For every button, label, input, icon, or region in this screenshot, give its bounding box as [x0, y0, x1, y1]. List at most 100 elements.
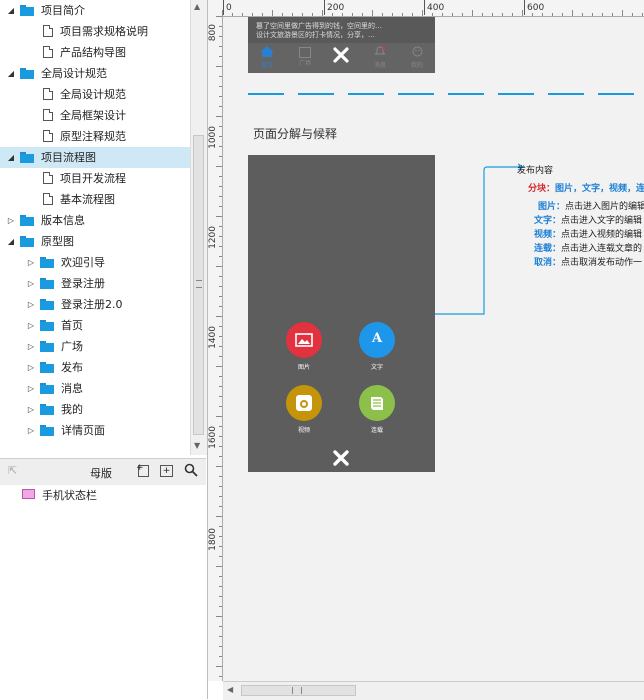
tree-folder-item[interactable]: ▷ 欢迎引导 — [0, 252, 190, 273]
ruler-minor-tick — [272, 10, 273, 16]
ruler-minor-tick — [216, 116, 222, 117]
tree-folder-item[interactable]: ▷ 登录注册 — [0, 273, 190, 294]
scroll-up-arrow-icon[interactable]: ▲ — [194, 2, 200, 11]
tree-folder-item[interactable]: ▷ 登录注册2.0 — [0, 294, 190, 315]
ruler-minor-tick — [219, 376, 222, 377]
section-title: 页面分解与候释 — [253, 127, 338, 141]
ruler-minor-tick — [219, 556, 222, 557]
ruler-minor-tick — [219, 526, 222, 527]
ruler-minor-tick — [252, 13, 253, 16]
expand-triangle-icon[interactable]: ▷ — [26, 294, 36, 315]
tab-me[interactable]: 我的 — [410, 46, 424, 69]
tree-folder-item[interactable]: ◢ 项目流程图 — [0, 147, 190, 168]
tab-close[interactable] — [333, 47, 349, 66]
expand-triangle-icon[interactable]: ▷ — [6, 210, 16, 231]
grip-icon — [292, 687, 302, 694]
ruler-minor-tick — [219, 546, 222, 547]
scroll-down-arrow-icon[interactable]: ▼ — [194, 441, 200, 450]
expand-triangle-icon[interactable]: ▷ — [26, 273, 36, 294]
ruler-minor-tick — [219, 236, 222, 237]
close-icon — [333, 450, 349, 466]
design-canvas[interactable]: 篡了空间里做广告得到的钱，空间里的… 设计文旅游景区的打卡情况，分享，… 首页 … — [223, 17, 644, 681]
collapse-triangle-icon[interactable]: ◢ — [6, 231, 16, 252]
tree-page-item[interactable]: 全局框架设计 — [0, 105, 190, 126]
expand-triangle-icon[interactable]: ▷ — [26, 315, 36, 336]
ruler-minor-tick — [216, 316, 222, 317]
ruler-minor-tick — [542, 13, 543, 16]
expand-triangle-icon[interactable]: ▷ — [26, 399, 36, 420]
tree-scroll-thumb[interactable] — [193, 135, 204, 435]
add-master-icon[interactable]: + — [136, 463, 149, 477]
tree-folder-item[interactable]: ▷ 广场 — [0, 336, 190, 357]
detail-text: 点击进入图片的编辑 — [565, 202, 644, 212]
phone-frame-top: 篡了空间里做广告得到的钱，空间里的… 设计文旅游景区的打卡情况，分享，… 首页 … — [248, 17, 435, 73]
ruler-minor-tick — [532, 13, 533, 16]
ruler-minor-tick — [219, 356, 222, 357]
tree-page-item[interactable]: 产品结构导图 — [0, 42, 190, 63]
dash-segment — [298, 93, 334, 95]
ruler-minor-tick — [219, 96, 222, 97]
tree-page-item[interactable]: 原型注释规范 — [0, 126, 190, 147]
ruler-minor-tick — [219, 36, 222, 37]
add-folder-icon[interactable]: + — [160, 465, 173, 477]
tree-folder-item[interactable]: ▷ 发布 — [0, 357, 190, 378]
tree-folder-item[interactable]: ◢ 项目简介 — [0, 0, 190, 21]
collapse-triangle-icon[interactable]: ◢ — [6, 147, 16, 168]
tab-message[interactable]: 消息 — [373, 46, 387, 69]
ruler-minor-tick — [219, 276, 222, 277]
video-label: 视频 — [297, 427, 310, 434]
collapse-triangle-icon[interactable]: ◢ — [6, 0, 16, 21]
ruler-minor-tick — [219, 606, 222, 607]
expand-triangle-icon[interactable]: ▷ — [26, 357, 36, 378]
ruler-tick — [223, 0, 224, 15]
tree-page-item[interactable]: 项目开发流程 — [0, 168, 190, 189]
tab-home[interactable]: 首页 — [260, 46, 274, 69]
collapse-arrow-icon[interactable]: ⇱ — [8, 464, 17, 477]
tree-page-item[interactable]: 基本流程图 — [0, 189, 190, 210]
tree-folder-item[interactable]: ▷ 消息 — [0, 378, 190, 399]
camera-icon — [296, 395, 312, 411]
tree-folder-item[interactable]: ▷ 详情页面 — [0, 420, 190, 441]
expand-triangle-icon[interactable]: ▷ — [26, 252, 36, 273]
tree-folder-item[interactable]: ▷ 我的 — [0, 399, 190, 420]
tree-folder-item[interactable]: ◢ 全局设计规范 — [0, 63, 190, 84]
expand-triangle-icon[interactable]: ▷ — [26, 378, 36, 399]
ruler-minor-tick — [219, 506, 222, 507]
page-icon — [43, 25, 53, 37]
expand-triangle-icon[interactable]: ▷ — [26, 336, 36, 357]
ruler-minor-tick — [219, 56, 222, 57]
feed-text-line2: 设计文旅游景区的打卡情况，分享，… — [256, 31, 375, 39]
ruler-minor-tick — [322, 10, 323, 16]
scroll-left-arrow-icon[interactable]: ◀ — [227, 685, 233, 694]
ruler-minor-tick — [219, 446, 222, 447]
ruler-minor-tick — [219, 206, 222, 207]
expand-triangle-icon[interactable]: ▷ — [26, 420, 36, 441]
tree-page-item[interactable]: 项目需求规格说明 — [0, 21, 190, 42]
publish-popup-frame[interactable]: 图片 A 文字 视频 连载 — [248, 155, 435, 472]
tree-item-label: 原型图 — [41, 235, 74, 248]
tree-page-item[interactable]: 全局设计规范 — [0, 84, 190, 105]
search-icon[interactable] — [184, 463, 198, 480]
canvas-horizontal-scrollbar[interactable]: ◀ — [223, 681, 644, 700]
text-circle: A — [359, 322, 395, 358]
tree-item-label: 全局设计规范 — [41, 67, 107, 80]
master-item[interactable]: 手机状态栏 — [42, 487, 97, 503]
tab-square[interactable]: 广场 — [298, 46, 312, 67]
ruler-minor-tick — [452, 13, 453, 16]
ruler-minor-tick — [219, 496, 222, 497]
tree-folder-item[interactable]: ▷ 首页 — [0, 315, 190, 336]
popup-close-button[interactable] — [332, 449, 350, 470]
tree-folder-item[interactable]: ▷ 版本信息 — [0, 210, 190, 231]
ruler-minor-tick — [219, 246, 222, 247]
ruler-minor-tick — [232, 13, 233, 16]
ruler-tick — [524, 0, 525, 15]
collapse-triangle-icon[interactable]: ◢ — [6, 63, 16, 84]
tree-scrollbar[interactable]: ▲ ▼ — [190, 0, 207, 455]
tree-item-label: 项目需求规格说明 — [60, 25, 148, 38]
image-icon — [295, 333, 313, 347]
tree-folder-item[interactable]: ◢ 原型图 — [0, 231, 190, 252]
tree-item-label: 项目流程图 — [41, 151, 96, 164]
folder-icon — [40, 425, 54, 436]
canvas-scroll-thumb[interactable] — [241, 685, 356, 696]
ruler-minor-tick — [412, 13, 413, 16]
